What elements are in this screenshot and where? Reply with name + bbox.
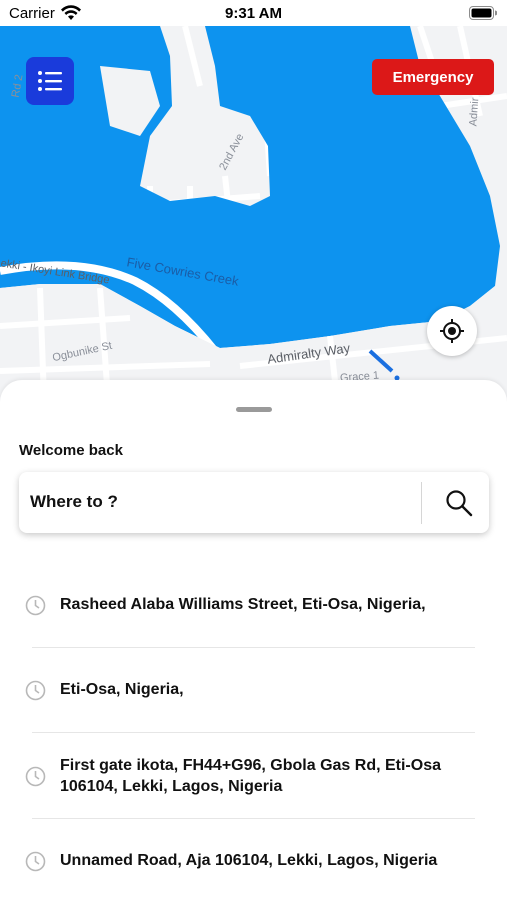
search-input[interactable]: Where to ? xyxy=(30,492,118,512)
list-icon xyxy=(38,71,62,91)
welcome-text: Welcome back xyxy=(19,442,123,459)
recent-place-text: Rasheed Alaba Williams Street, Eti-Osa, … xyxy=(60,596,426,613)
menu-button[interactable] xyxy=(26,57,74,105)
clock-icon xyxy=(25,595,46,616)
search-icon xyxy=(446,490,473,517)
search-divider xyxy=(421,482,422,524)
clock-icon xyxy=(25,766,46,787)
crosshair-icon xyxy=(440,319,464,343)
my-location-button[interactable] xyxy=(427,306,477,356)
status-bar: Carrier 9:31 AM xyxy=(0,0,507,26)
recent-place-text: First gate ikota, FH44+G96, Gbola Gas Rd… xyxy=(60,757,441,795)
destination-search-box[interactable]: Where to ? xyxy=(19,472,489,533)
bottom-sheet: Welcome back Where to ? Rasheed Alaba Wi… xyxy=(0,380,507,900)
battery-icon xyxy=(469,6,497,20)
recent-place-text: Unnamed Road, Aja 106104, Lekki, Lagos, … xyxy=(60,852,438,869)
status-time: 9:31 AM xyxy=(225,5,282,22)
clock-icon xyxy=(25,680,46,701)
map-label-admir: Admir xyxy=(467,97,482,127)
search-button[interactable] xyxy=(439,484,479,522)
emergency-button[interactable]: Emergency xyxy=(372,59,494,95)
sheet-grabber[interactable] xyxy=(236,407,272,412)
list-divider xyxy=(32,732,475,733)
list-divider xyxy=(32,818,475,819)
list-divider xyxy=(32,647,475,648)
recent-place-text: Eti-Osa, Nigeria, xyxy=(60,681,184,698)
clock-icon xyxy=(25,851,46,872)
